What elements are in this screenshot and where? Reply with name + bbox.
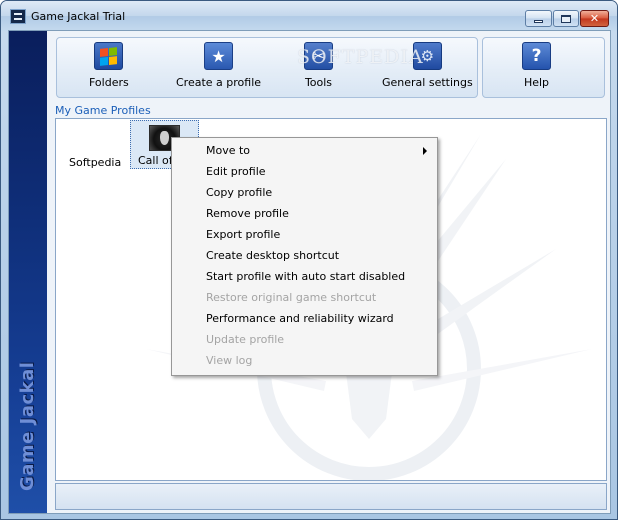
help-button[interactable]: ? Help [522, 42, 551, 94]
menu-item-view-log: View log [206, 354, 253, 367]
side-banner: Game Jackal [9, 31, 47, 513]
section-title: My Game Profiles [55, 104, 151, 117]
menu-item-export-profile[interactable]: Export profile [174, 224, 435, 245]
main-toolbar: Folders ★ Create a profile ✂ Tools ⚙ Gen… [56, 37, 478, 98]
submenu-arrow-icon [423, 147, 427, 155]
general-settings-button[interactable]: ⚙ General settings [382, 42, 473, 94]
close-icon: ✕ [589, 12, 600, 25]
tools-icon: ✂ [304, 42, 333, 70]
gears-icon: ⚙ [412, 42, 442, 70]
menu-item-label: Move to [206, 144, 251, 157]
app-window: Game Jackal Trial ✕ Game Jackal Folders … [0, 0, 618, 520]
general-settings-label: General settings [382, 76, 473, 89]
menu-item-create-desktop-shortcut[interactable]: Create desktop shortcut [174, 245, 435, 266]
create-profile-button[interactable]: ★ Create a profile [176, 42, 261, 94]
menu-item-move-to[interactable]: Move to [174, 140, 435, 161]
window-title: Game Jackal Trial [31, 10, 126, 23]
context-menu: Move to Edit profile Copy profile Remove… [171, 137, 438, 376]
help-toolbar: ? Help [482, 37, 605, 98]
menu-item-start-auto-start-disabled[interactable]: Start profile with auto start disabled [174, 266, 435, 287]
minimize-icon [534, 20, 543, 23]
close-button[interactable]: ✕ [580, 10, 609, 27]
star-icon: ★ [204, 42, 234, 70]
app-icon [10, 9, 26, 24]
windows-folder-icon [94, 42, 124, 70]
menu-item-edit-profile[interactable]: Edit profile [174, 161, 435, 182]
create-profile-label: Create a profile [176, 76, 262, 89]
menu-item-update-profile: Update profile [206, 333, 285, 346]
side-banner-logo: Game Jackal [17, 361, 38, 491]
tools-label: Tools [304, 76, 333, 89]
maximize-icon [561, 14, 571, 23]
title-bar[interactable]: Game Jackal Trial ✕ [1, 1, 617, 31]
minimize-button[interactable] [525, 10, 552, 27]
folders-button[interactable]: Folders [89, 42, 129, 94]
folder-item[interactable]: Softpedia [69, 156, 121, 169]
status-bar [55, 483, 607, 510]
help-label: Help [523, 76, 550, 89]
help-icon: ? [522, 42, 551, 70]
tools-button[interactable]: ✂ Tools [304, 42, 333, 94]
folders-label: Folders [89, 76, 129, 89]
menu-item-copy-profile[interactable]: Copy profile [174, 182, 435, 203]
menu-item-remove-profile[interactable]: Remove profile [174, 203, 435, 224]
maximize-button[interactable] [553, 10, 579, 27]
menu-item-restore-shortcut: Restore original game shortcut [206, 291, 377, 304]
menu-item-performance-wizard[interactable]: Performance and reliability wizard [174, 308, 435, 329]
